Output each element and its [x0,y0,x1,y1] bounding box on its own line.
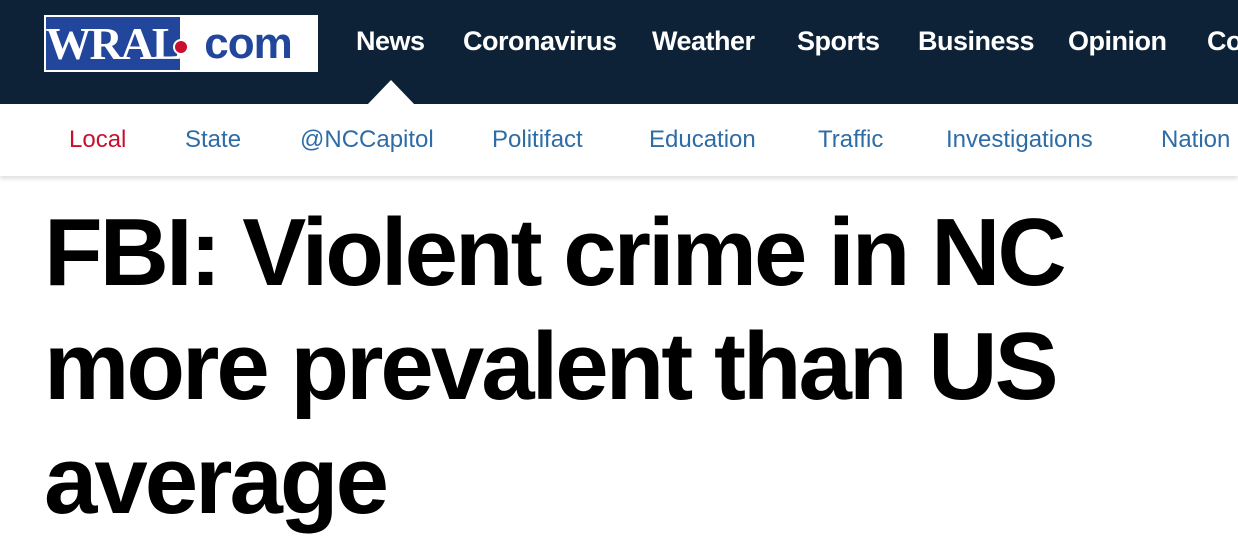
main-nav-business[interactable]: Business [918,26,1035,57]
sub-nav: Local State @NCCapitol Politifact Educat… [0,104,1238,176]
sub-nav-nation[interactable]: Nation [1161,126,1230,154]
active-section-caret-icon [367,80,415,105]
sub-nav-education[interactable]: Education [649,126,756,154]
main-nav-sports[interactable]: Sports [797,26,880,57]
logo-com-block: com [180,17,316,70]
wral-logo[interactable]: WRAL com [44,15,318,72]
sub-nav-traffic[interactable]: Traffic [818,126,883,154]
logo-wral-block: WRAL [45,17,189,70]
sub-nav-politifact[interactable]: Politifact [492,126,583,154]
sub-nav-investigations[interactable]: Investigations [946,126,1093,154]
logo-wral-text: WRAL [45,17,182,69]
main-nav-more[interactable]: Co [1207,26,1238,57]
top-navigation-bar: WRAL com News Coronavirus Weather Sports… [0,0,1238,105]
logo-dot-icon [173,39,189,55]
main-nav-weather[interactable]: Weather [652,26,755,57]
sub-nav-nccapitol[interactable]: @NCCapitol [300,126,434,154]
main-nav-coronavirus[interactable]: Coronavirus [463,26,617,57]
article-headline: FBI: Violent crime in NC more prevalent … [44,199,1067,534]
sub-nav-state[interactable]: State [185,126,241,154]
logo-com-text: com [204,18,292,68]
main-nav-news[interactable]: News [356,26,425,57]
main-nav-opinion[interactable]: Opinion [1068,26,1167,57]
sub-nav-local[interactable]: Local [69,126,126,154]
